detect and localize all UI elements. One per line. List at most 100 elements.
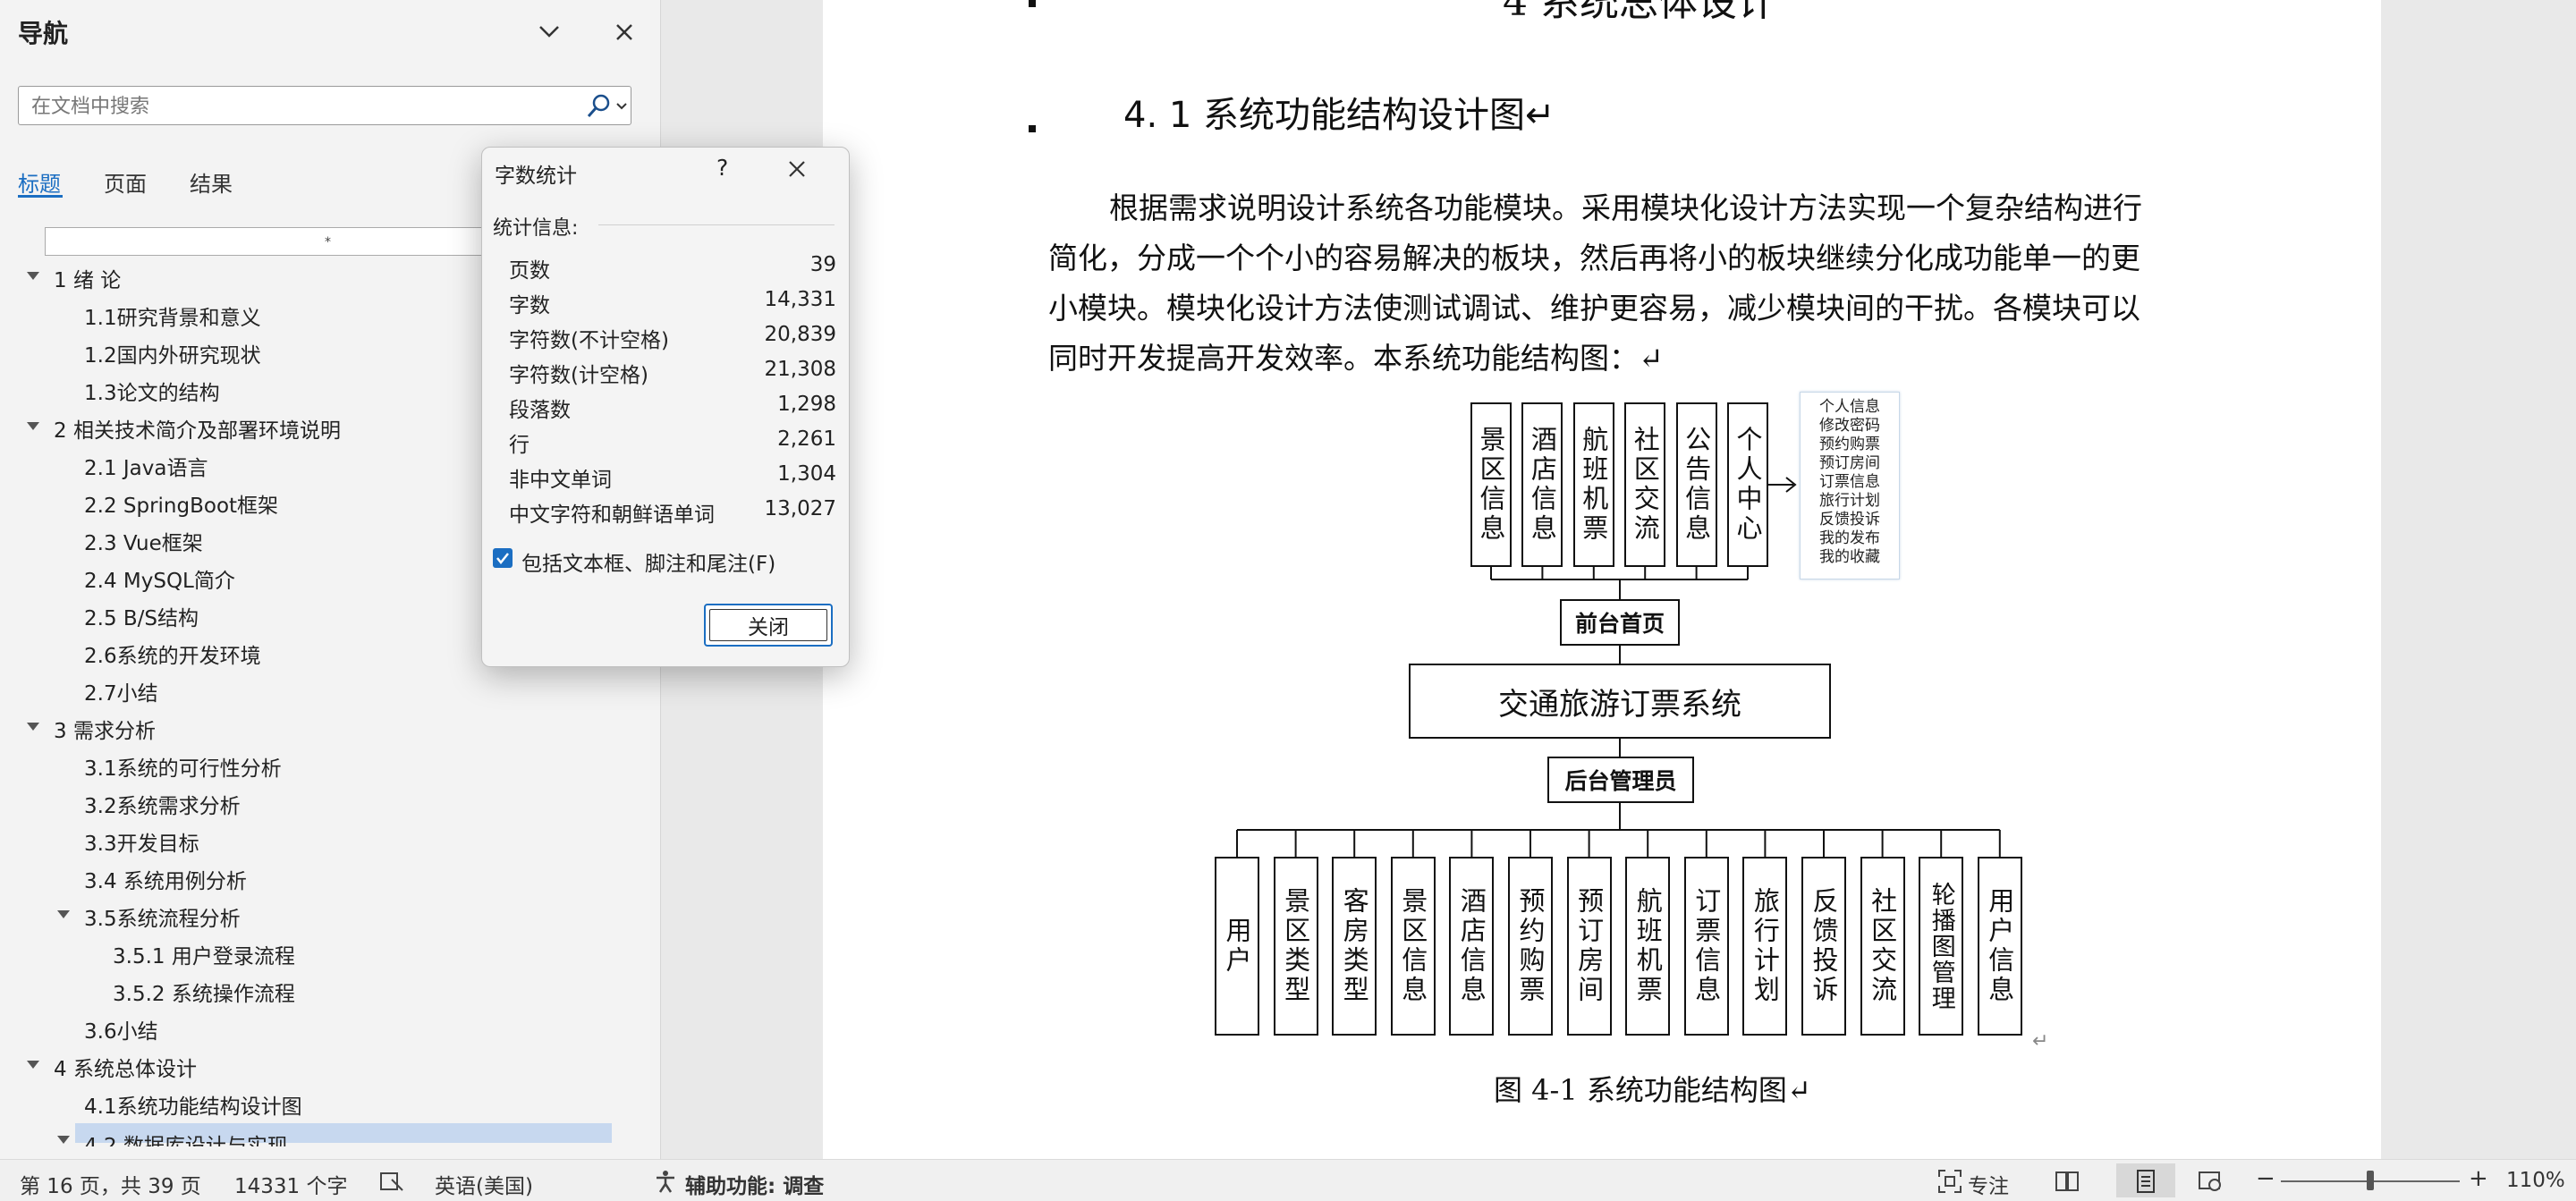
back-module-box: 用户 xyxy=(1215,857,1259,1036)
toc-item[interactable]: 3.6小结 xyxy=(84,1014,158,1045)
stat-row: 非中文单词 1,304 xyxy=(509,462,836,493)
tab-headings[interactable]: 标题 xyxy=(18,166,61,198)
accessibility-status[interactable]: 辅助功能: 调查 xyxy=(685,1169,824,1199)
arrow-right-icon xyxy=(1785,477,1797,493)
read-mode-icon[interactable] xyxy=(2054,1169,2080,1194)
toc-item[interactable]: 4 系统总体设计 xyxy=(54,1052,197,1082)
toc-item[interactable]: 3.4 系统用例分析 xyxy=(84,864,247,894)
toc-item[interactable]: 3.1系统的可行性分析 xyxy=(84,751,282,782)
stat-value: 14,331 xyxy=(764,288,836,311)
close-icon[interactable] xyxy=(784,156,809,182)
page-indicator[interactable]: 第 16 页，共 39 页 xyxy=(20,1169,201,1199)
close-icon[interactable] xyxy=(606,14,642,50)
back-module-box: 航班机票 xyxy=(1625,857,1671,1036)
paragraph-line: 根据需求说明设计系统各功能模块。采用模块化设计方法实现一个复杂结构进行 xyxy=(1109,190,2142,225)
back-module-label: 用户 xyxy=(1222,917,1252,976)
toc-item[interactable]: 2.1 Java语言 xyxy=(84,451,208,481)
personal-item: 个人信息 xyxy=(1819,398,1880,416)
checkbox-label[interactable]: 包括文本框、脚注和尾注(F) xyxy=(521,546,775,577)
front-module-label: 航班机票 xyxy=(1578,426,1609,544)
chevron-down-icon[interactable] xyxy=(614,97,629,115)
expand-collapse-icon[interactable] xyxy=(27,272,39,280)
stat-row: 字符数(不计空格) 20,839 xyxy=(509,323,836,353)
stat-row: 字数 14,331 xyxy=(509,288,836,318)
drag-marker: * xyxy=(325,235,331,250)
paragraph-line: 小模块。模块化设计方法使测试调试、维护更容易，减少模块间的干扰。各模块可以 xyxy=(1048,291,2140,326)
front-module-label: 社区交流 xyxy=(1630,426,1661,544)
front-module-box: 酒店信息 xyxy=(1521,402,1563,567)
stat-row: 中文字符和朝鲜语单词 13,027 xyxy=(509,497,836,528)
toc-item[interactable]: 3.5.1 用户登录流程 xyxy=(113,939,295,969)
personal-item: 我的发布 xyxy=(1819,529,1880,547)
zoom-slider-thumb[interactable] xyxy=(2367,1171,2374,1190)
help-button[interactable]: ? xyxy=(716,155,728,181)
expand-collapse-icon[interactable] xyxy=(27,1061,39,1069)
expand-collapse-icon[interactable] xyxy=(57,1136,70,1144)
front-module-label: 个人中心 xyxy=(1733,426,1763,544)
figure-caption: 图 4-1 系统功能结构图↵ xyxy=(1494,1073,1811,1107)
paragraph-line: 同时开发提高开发效率。本系统功能结构图：↵ xyxy=(1048,341,1664,376)
tab-results[interactable]: 结果 xyxy=(190,166,233,198)
back-module-box: 景区信息 xyxy=(1390,857,1436,1036)
focus-mode-label[interactable]: 专注 xyxy=(1968,1169,2009,1199)
stat-value: 39 xyxy=(809,253,836,276)
toc-item[interactable]: 3 需求分析 xyxy=(54,714,156,744)
search-input[interactable] xyxy=(30,92,570,121)
toc-item[interactable]: 4.1系统功能结构设计图 xyxy=(84,1089,302,1120)
include-textboxes-checkbox[interactable] xyxy=(493,548,513,568)
personal-item: 预约购票 xyxy=(1819,436,1880,453)
tab-pages[interactable]: 页面 xyxy=(104,166,147,198)
word-count-indicator[interactable]: 14331 个字 xyxy=(234,1169,347,1199)
focus-mode-icon[interactable] xyxy=(1937,1169,1962,1194)
document-page[interactable]: 4 系统总体设计 4. 1 系统功能结构设计图↵ 根据需求说明设计系统各功能模块… xyxy=(823,0,2381,1159)
web-layout-icon[interactable] xyxy=(2197,1169,2224,1194)
zoom-in-button[interactable]: + xyxy=(2469,1165,2488,1192)
toc-item[interactable]: 1 绪 论 xyxy=(54,263,121,293)
toc-item[interactable]: 2.5 B/S结构 xyxy=(84,601,199,631)
toc-item[interactable]: 2.4 MySQL简介 xyxy=(84,563,235,594)
toc-item[interactable]: 2.3 Vue框架 xyxy=(84,526,203,556)
expand-collapse-icon[interactable] xyxy=(27,723,39,731)
toc-item[interactable]: 3.2系统需求分析 xyxy=(84,789,241,819)
back-module-label: 社区交流 xyxy=(1867,887,1898,1005)
toc-item[interactable]: 1.1研究背景和意义 xyxy=(84,300,261,331)
print-layout-icon[interactable] xyxy=(2132,1169,2159,1194)
back-module-label: 订票信息 xyxy=(1690,887,1722,1005)
paragraph-line: 简化，分成一个个小的容易解决的板块，然后再将小的板块继续分化成功能单一的更 xyxy=(1048,241,2140,275)
expand-collapse-icon[interactable] xyxy=(57,910,70,918)
stat-label: 行 xyxy=(509,434,530,457)
toc-item[interactable]: 4.2 数据库设计与实现 xyxy=(84,1129,288,1146)
zoom-out-button[interactable]: − xyxy=(2256,1165,2275,1192)
back-module-box: 酒店信息 xyxy=(1449,857,1495,1036)
back-module-box: 预订房间 xyxy=(1566,857,1612,1036)
toc-item[interactable]: 1.2国内外研究现状 xyxy=(84,338,261,368)
expand-collapse-icon[interactable] xyxy=(27,422,39,430)
toc-item[interactable]: 2.2 SpringBoot框架 xyxy=(84,488,278,519)
back-module-label: 景区信息 xyxy=(1397,887,1428,1005)
language-indicator[interactable]: 英语(美国) xyxy=(435,1169,533,1199)
personal-item: 订票信息 xyxy=(1819,473,1880,491)
toc-item[interactable]: 2 相关技术简介及部署环境说明 xyxy=(54,413,341,444)
toc-item[interactable]: 1.3论文的结构 xyxy=(84,376,220,406)
proofing-icon[interactable] xyxy=(379,1171,404,1192)
toc-item[interactable]: 3.5系统流程分析 xyxy=(84,901,241,932)
stat-value: 20,839 xyxy=(764,323,836,346)
zoom-level[interactable]: 110% xyxy=(2506,1169,2565,1192)
toc-item[interactable]: 2.6系统的开发环境 xyxy=(84,639,261,669)
active-tab-indicator xyxy=(18,195,63,198)
back-module-box: 订票信息 xyxy=(1683,857,1729,1036)
personal-item: 旅行计划 xyxy=(1819,492,1880,510)
system-box: 交通旅游订票系统 xyxy=(1409,664,1831,739)
toc-item[interactable]: 3.3开发目标 xyxy=(84,826,199,857)
chevron-down-icon[interactable] xyxy=(531,14,567,50)
status-bar: 第 16 页，共 39 页 14331 个字 英语(美国) 辅助功能: 调查 专… xyxy=(0,1159,2576,1201)
accessibility-icon[interactable] xyxy=(653,1169,678,1194)
toc-item[interactable]: 3.5.2 系统操作流程 xyxy=(113,977,295,1007)
statistics-heading: 统计信息: xyxy=(493,217,579,240)
close-button[interactable]: 关闭 xyxy=(704,604,833,647)
dialog-title: 字数统计 xyxy=(495,165,577,188)
toc-item[interactable]: 2.7小结 xyxy=(84,676,158,706)
search-icon[interactable] xyxy=(584,92,613,121)
front-module-box: 航班机票 xyxy=(1572,402,1614,567)
back-module-box: 景区类型 xyxy=(1273,857,1318,1036)
